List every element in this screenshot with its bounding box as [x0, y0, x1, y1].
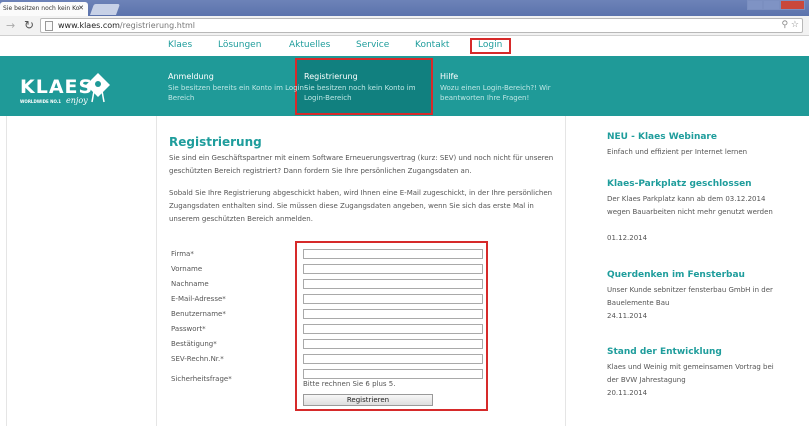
news-text-querdenken: Unser Kunde sebnitzer fensterbau GmbH in… — [607, 286, 773, 307]
zoom-star-icons[interactable]: ⚲ ☆ — [781, 20, 799, 30]
registrieren-button[interactable]: Registrieren — [303, 394, 433, 406]
site-top-nav: Klaes Lösungen Aktuelles Service Kontakt… — [0, 36, 809, 56]
benutzername-field[interactable] — [303, 309, 483, 319]
firma-field[interactable] — [303, 249, 483, 259]
browser-toolbar: → ↻ www.klaes.com/registrierung.html ⚲ ☆ — [0, 16, 809, 36]
label-sicherheitsfrage: Sicherheitsfrage* — [171, 375, 232, 383]
label-benutzername: Benutzername* — [171, 310, 226, 318]
tab-close-icon[interactable]: ✕ — [78, 4, 84, 12]
news-date-entwicklung: 20.11.2014 — [607, 389, 648, 397]
tab-title: Sie besitzen noch kein Ko — [3, 5, 80, 12]
nav-service[interactable]: Service — [356, 40, 389, 50]
minimize-button[interactable] — [747, 0, 764, 10]
label-passwort: Passwort* — [171, 325, 206, 333]
page-icon — [45, 21, 53, 31]
bestaetigung-field[interactable] — [303, 339, 483, 349]
window-controls — [747, 0, 805, 12]
subnav-desc: Sie besitzen noch kein Konto im Login-Be… — [304, 84, 416, 102]
reload-icon[interactable]: ↻ — [24, 18, 34, 32]
page-title: Registrierung — [169, 135, 262, 149]
subnav-title: Anmeldung — [168, 72, 214, 81]
url-path: /registrierung.html — [119, 21, 195, 30]
subnav-desc: Wozu einen Login-Bereich?! Wir beantwort… — [440, 84, 551, 102]
nav-kontakt[interactable]: Kontakt — [415, 40, 449, 50]
house-logo-icon — [86, 73, 110, 103]
news-text-parkplatz: Der Klaes Parkplatz kann ab dem 03.12.20… — [607, 195, 773, 216]
news-title-webinare[interactable]: NEU - Klaes Webinare — [607, 132, 717, 142]
news-title-querdenken[interactable]: Querdenken im Fensterbau — [607, 270, 745, 280]
subnav-registrierung[interactable]: Registrierung Sie besitzen noch kein Kon… — [304, 72, 434, 103]
window-close-button[interactable] — [779, 0, 805, 10]
left-divider — [6, 116, 7, 426]
nav-loesungen[interactable]: Lösungen — [218, 40, 261, 50]
login-highlight — [470, 38, 511, 54]
label-sev: SEV-Rechn.Nr.* — [171, 355, 224, 363]
news-text-webinare: Einfach und effizient per Internet lerne… — [607, 148, 748, 156]
captcha-question: Bitte rechnen Sie 6 plus 5. — [303, 380, 396, 388]
news-text-entwicklung: Klaes und Weinig mit gemeinsamen Vortrag… — [607, 363, 774, 384]
subnav-hilfe[interactable]: Hilfe Wozu einen Login-Bereich?! Wir bea… — [440, 72, 580, 103]
subnav-anmeldung[interactable]: Anmeldung Sie besitzen bereits ein Konto… — [168, 72, 308, 103]
logo-tagline: WORLDWIDE NO.1 — [20, 99, 62, 104]
subnav-desc: Sie besitzen bereits ein Konto im Login-… — [168, 84, 307, 102]
nav-aktuelles[interactable]: Aktuelles — [289, 40, 330, 50]
label-vorname: Vorname — [171, 265, 203, 273]
label-nachname: Nachname — [171, 280, 209, 288]
sev-rechn-field[interactable] — [303, 354, 483, 364]
news-date-querdenken: 24.11.2014 — [607, 312, 648, 320]
back-arrow-icon[interactable]: → — [6, 19, 15, 32]
nachname-field[interactable] — [303, 279, 483, 289]
url-text: www.klaes.com/registrierung.html — [58, 21, 195, 30]
news-date-parkplatz: 01.12.2014 — [607, 234, 648, 242]
news-title-entwicklung[interactable]: Stand der Entwicklung — [607, 347, 722, 357]
label-email: E-Mail-Adresse* — [171, 295, 226, 303]
email-field[interactable] — [303, 294, 483, 304]
logo-enjoy: enjoy — [66, 96, 88, 105]
subnav-title: Registrierung — [304, 72, 358, 81]
subnav-title: Hilfe — [440, 72, 459, 81]
klaes-logo[interactable]: KLAES — [20, 76, 93, 98]
news-title-parkplatz[interactable]: Klaes-Parkplatz geschlossen — [607, 179, 752, 189]
label-bestaetigung: Bestätigung* — [171, 340, 217, 348]
browser-tab[interactable]: Sie besitzen noch kein Ko ✕ — [0, 2, 88, 16]
intro-paragraph: Sie sind ein Geschäftspartner mit einem … — [169, 154, 554, 175]
browser-tabstrip: Sie besitzen noch kein Ko ✕ — [0, 0, 809, 16]
new-tab-button[interactable] — [89, 4, 121, 15]
maximize-button[interactable] — [763, 0, 780, 10]
sicherheitsfrage-field[interactable] — [303, 369, 483, 379]
vorname-field[interactable] — [303, 264, 483, 274]
address-bar[interactable]: www.klaes.com/registrierung.html ⚲ ☆ — [40, 18, 803, 33]
label-firma: Firma* — [171, 250, 194, 258]
nav-klaes[interactable]: Klaes — [168, 40, 192, 50]
url-host: www.klaes.com — [58, 21, 120, 30]
passwort-field[interactable] — [303, 324, 483, 334]
info-paragraph: Sobald Sie Ihre Registrierung abgeschick… — [169, 189, 553, 223]
